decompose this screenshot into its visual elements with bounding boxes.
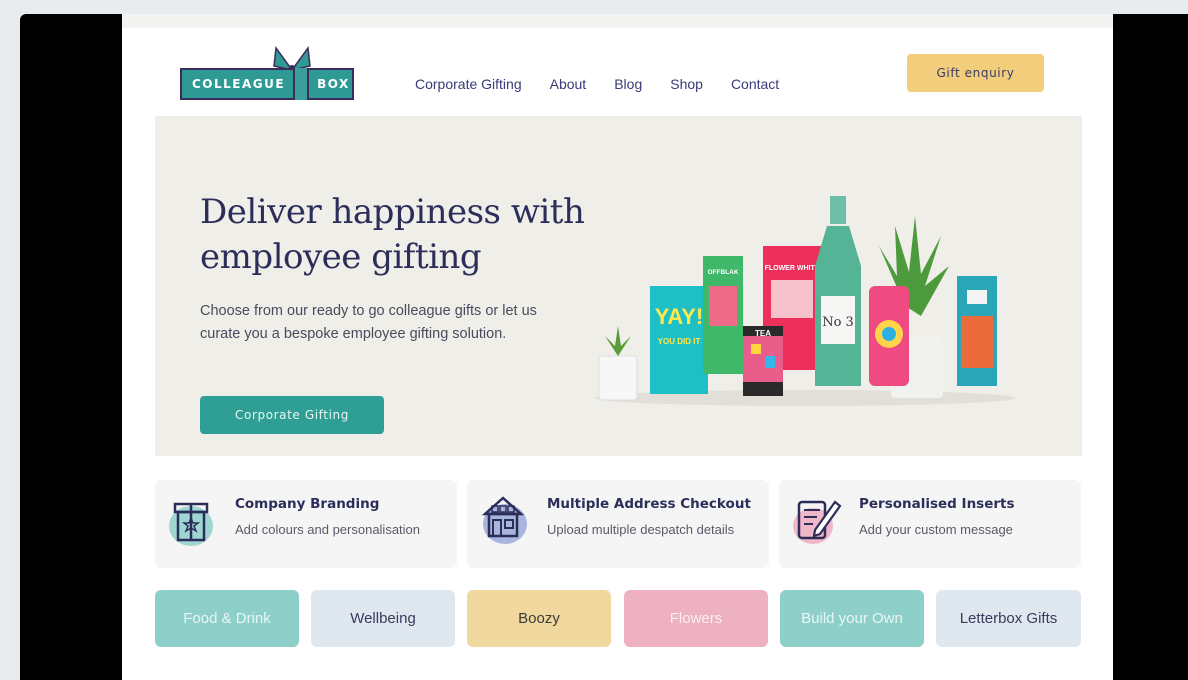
category-food-drink[interactable]: Food & Drink	[155, 590, 299, 647]
category-flowers[interactable]: Flowers	[624, 590, 768, 647]
nav-contact[interactable]: Contact	[731, 76, 779, 92]
feature-multiple-address: Multiple Address Checkout Upload multipl…	[467, 480, 769, 568]
hero-title: Deliver happiness with employee gifting	[200, 192, 585, 277]
feature-company-branding: Company Branding Add colours and persona…	[155, 480, 457, 568]
small-plant-icon	[598, 326, 638, 401]
logo[interactable]: COLLEAGUE BOX	[180, 40, 356, 102]
product-image: YAY! YOU DID IT OFFBLAK FLOWER WHITE TEA…	[595, 196, 1015, 406]
nav-about[interactable]: About	[550, 76, 587, 92]
logo-ribbon	[293, 68, 310, 100]
primary-nav: Corporate Gifting About Blog Shop Contac…	[415, 76, 807, 92]
feature-title: Personalised Inserts	[859, 496, 1015, 512]
drink-can	[869, 286, 909, 386]
feature-subtitle: Add your custom message	[859, 522, 1013, 537]
nav-blog[interactable]: Blog	[614, 76, 642, 92]
feature-personalised-inserts: Personalised Inserts Add your custom mes…	[779, 480, 1081, 568]
yay-card-text: YAY!	[655, 304, 704, 329]
logo-word-box: BOX	[317, 77, 350, 91]
yay-card-subtext: YOU DID IT	[658, 337, 701, 346]
feature-title: Company Branding	[235, 496, 380, 512]
nav-shop[interactable]: Shop	[670, 76, 703, 92]
category-boozy[interactable]: Boozy	[467, 590, 611, 647]
top-strip	[122, 14, 1113, 28]
corporate-gifting-button[interactable]: Corporate Gifting	[200, 396, 384, 434]
feature-subtitle: Add colours and personalisation	[235, 522, 421, 537]
bottle-label: No 3	[822, 315, 854, 330]
category-letterbox-gifts[interactable]: Letterbox Gifts	[936, 590, 1081, 647]
feature-subtitle: Upload multiple despatch details	[547, 522, 735, 537]
flower-white-text: FLOWER WHITE	[765, 265, 820, 272]
pen-paper-icon	[793, 500, 842, 544]
gift-enquiry-button[interactable]: Gift enquiry	[907, 54, 1044, 92]
offblak-box: OFFBLAK	[703, 256, 743, 374]
gin-bottle: No 3	[815, 196, 861, 386]
logo-word-colleague: COLLEAGUE	[192, 77, 286, 91]
feature-title: Multiple Address Checkout	[547, 496, 751, 512]
chocolate-bag	[957, 276, 997, 386]
category-wellbeing[interactable]: Wellbeing	[311, 590, 455, 647]
hero-body: Choose from our ready to go colleague gi…	[200, 303, 537, 342]
gift-box-icon	[169, 502, 213, 546]
website-screen: COLLEAGUE BOX Corporate Gifting About Bl…	[122, 14, 1113, 680]
houses-icon	[481, 496, 527, 544]
nav-corporate-gifting[interactable]: Corporate Gifting	[415, 76, 522, 92]
tea-text: TEA	[755, 329, 771, 338]
hero-section: Deliver happiness with employee gifting …	[155, 116, 1082, 456]
yay-card: YAY! YOU DID IT	[650, 286, 708, 394]
tea-tin: TEA	[743, 326, 783, 396]
offblak-text: OFFBLAK	[707, 269, 738, 276]
logo-box: COLLEAGUE BOX	[180, 68, 354, 100]
category-build-your-own[interactable]: Build your Own	[780, 590, 924, 647]
